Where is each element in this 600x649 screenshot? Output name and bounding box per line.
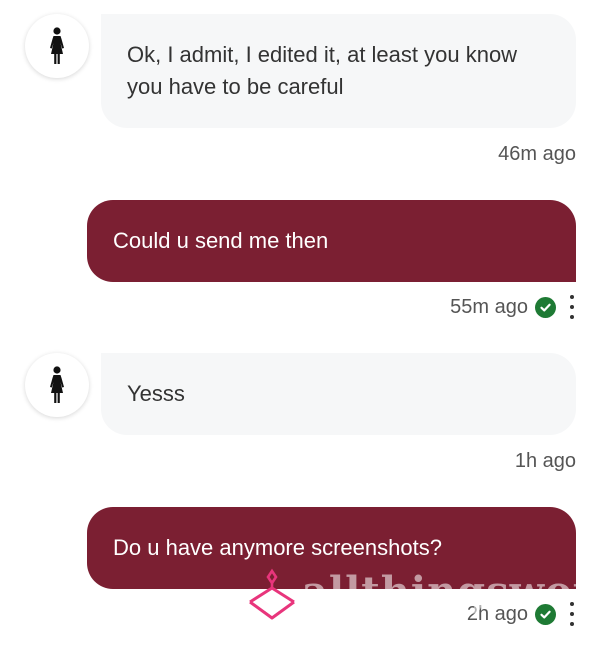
message-timestamp: 2h ago	[466, 602, 528, 625]
read-check-icon	[535, 296, 556, 318]
outgoing-message-bubble[interactable]: Do u have anymore screenshots?	[87, 507, 576, 589]
read-check-icon	[535, 603, 556, 625]
outgoing-message-bubble[interactable]: Could u send me then	[87, 200, 576, 282]
message-options-icon[interactable]	[566, 295, 578, 319]
message-timestamp: 55m ago	[450, 295, 528, 318]
sender-avatar[interactable]	[25, 353, 89, 417]
sender-avatar[interactable]	[25, 14, 89, 78]
message-meta: 55m ago	[450, 293, 556, 321]
message-timestamp: 46m ago	[498, 142, 576, 165]
message-text: Could u send me then	[113, 228, 329, 253]
message-text: Yesss	[127, 381, 185, 406]
incoming-message-bubble[interactable]: Yesss	[101, 353, 576, 435]
message-options-icon[interactable]	[566, 602, 578, 626]
message-timestamp: 1h ago	[514, 449, 576, 472]
incoming-message-bubble[interactable]: Ok, I admit, I edited it, at least you k…	[101, 14, 576, 128]
message-meta: 2h ago	[467, 600, 556, 628]
message-meta: 46m ago	[498, 140, 576, 168]
message-text: Do u have anymore screenshots?	[113, 535, 442, 560]
female-figure-icon	[50, 366, 64, 403]
female-figure-icon	[50, 27, 64, 64]
message-text: Ok, I admit, I edited it, at least you k…	[127, 42, 518, 99]
message-meta: 1h ago	[515, 447, 576, 475]
message-thread: Ok, I admit, I edited it, at least you k…	[0, 0, 600, 649]
